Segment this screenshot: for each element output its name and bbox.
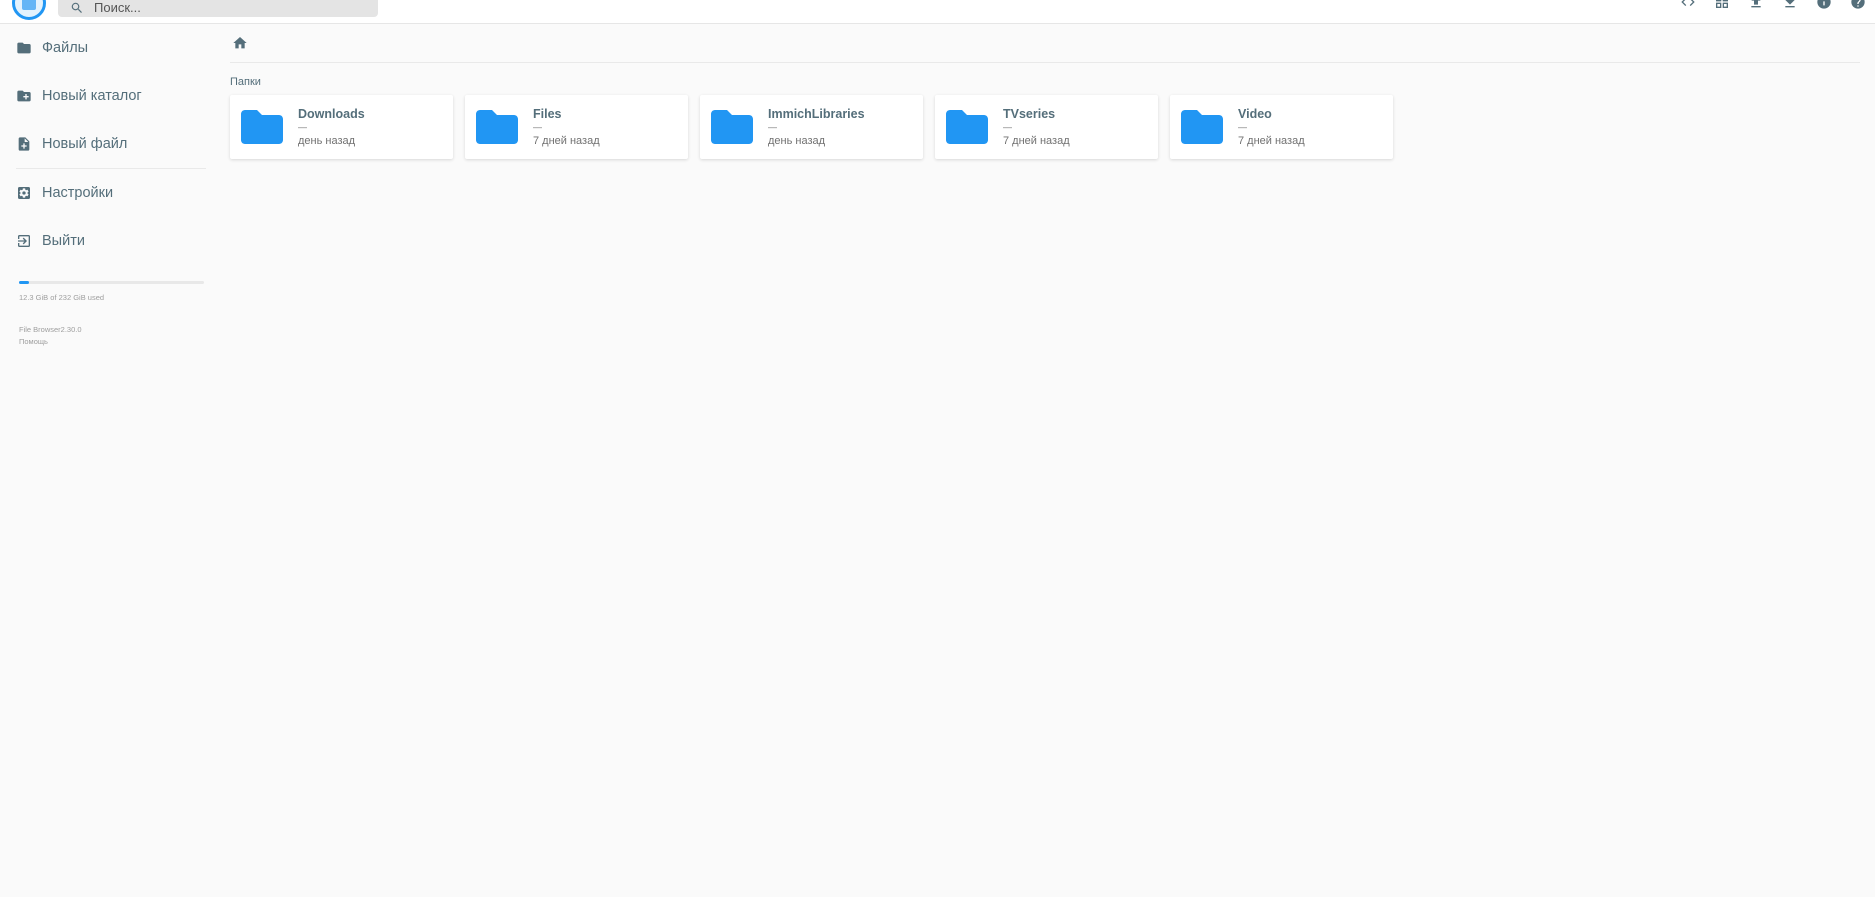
search-icon — [71, 2, 82, 13]
folder-modified: день назад — [298, 134, 356, 147]
folder-icon — [711, 110, 753, 144]
help-link[interactable]: Помощь — [19, 336, 206, 348]
code-view-button[interactable] — [1671, 0, 1705, 13]
folder-modified: 7 дней назад — [533, 134, 600, 147]
folder-icon — [476, 110, 518, 144]
help-button[interactable] — [1841, 0, 1875, 13]
sidebar-item-label: Настройки — [42, 185, 114, 201]
home-icon[interactable] — [232, 35, 248, 51]
folder-icon — [241, 110, 283, 144]
upload-icon — [1751, 0, 1761, 8]
folders-section-title: Папки — [230, 76, 261, 88]
app-logo[interactable] — [12, 0, 46, 20]
usage-progress-bar — [19, 281, 204, 284]
info-button[interactable] — [1807, 0, 1841, 13]
disk-usage: 12.3 GiB of 232 GiB used — [19, 281, 204, 302]
folder-name: Downloads — [298, 106, 365, 121]
sidebar-item-label: Новый каталог — [42, 88, 142, 104]
grid-view-icon — [1716, 0, 1728, 8]
usage-text: 12.3 GiB of 232 GiB used — [19, 293, 105, 302]
sidebar-item-logout[interactable]: Выйти — [0, 217, 206, 265]
folder-info: ImmichLibraries — день назад — [768, 107, 865, 148]
folder-size: — — [1238, 121, 1247, 132]
app-header — [0, 0, 1875, 24]
search-input[interactable] — [92, 0, 352, 16]
folder-name: Files — [533, 106, 562, 121]
folder-item-downloads[interactable]: Downloads — день назад — [230, 95, 453, 159]
folder-modified: день назад — [768, 134, 826, 147]
folder-name: Video — [1238, 106, 1272, 121]
folder-modified: 7 дней назад — [1238, 134, 1305, 147]
folder-size: — — [533, 121, 542, 132]
version-link[interactable]: File Browser2.30.0 — [19, 324, 206, 336]
folder-list: Downloads — день назад Files — 7 дней на… — [230, 95, 1860, 159]
folder-info: Files — 7 дней назад — [533, 107, 600, 148]
sidebar-item-label: Новый файл — [42, 136, 128, 152]
credits: File Browser2.30.0 Помощь — [19, 324, 206, 348]
sidebar-item-settings[interactable]: Настройки — [0, 169, 206, 217]
sidebar-item-label: Выйти — [42, 233, 85, 249]
folder-info: Downloads — день назад — [298, 107, 365, 148]
header-actions — [1671, 0, 1875, 13]
sidebar-item-new-file[interactable]: Новый файл — [0, 120, 206, 168]
folder-item-tvseries[interactable]: TVseries — 7 дней назад — [935, 95, 1158, 159]
sidebar-item-files[interactable]: Файлы — [0, 24, 206, 72]
folder-item-immichlibraries[interactable]: ImmichLibraries — день назад — [700, 95, 923, 159]
logo-mark — [22, 0, 36, 10]
info-icon — [1817, 0, 1831, 9]
folder-icon — [946, 110, 988, 144]
folder-item-files[interactable]: Files — 7 дней назад — [465, 95, 688, 159]
new-file-icon — [18, 137, 30, 151]
upload-button[interactable] — [1739, 0, 1773, 13]
folder-info: Video — 7 дней назад — [1238, 107, 1305, 148]
folder-item-video[interactable]: Video — 7 дней назад — [1170, 95, 1393, 159]
sidebar-item-label: Файлы — [42, 40, 89, 56]
download-button[interactable] — [1773, 0, 1807, 13]
folder-size: — — [298, 121, 307, 132]
download-icon — [1785, 0, 1795, 8]
settings-icon — [18, 187, 30, 199]
switch-view-button[interactable] — [1705, 0, 1739, 13]
new-folder-icon — [17, 90, 31, 102]
usage-progress-fill — [19, 281, 29, 284]
folder-size: — — [1003, 121, 1012, 132]
folder-name: ImmichLibraries — [768, 106, 865, 121]
code-icon — [1681, 0, 1695, 6]
logout-icon — [18, 235, 30, 247]
main-content: Папки Downloads — день назад Files — 7 д… — [230, 24, 1860, 159]
search-bar[interactable] — [58, 0, 378, 17]
folder-icon — [1181, 110, 1223, 144]
help-icon — [1851, 0, 1865, 9]
breadcrumb — [230, 24, 1860, 63]
sidebar: Файлы Новый каталог Новый файл Настройки… — [0, 24, 206, 348]
folder-modified: 7 дней назад — [1003, 134, 1070, 147]
folder-size: — — [768, 121, 777, 132]
folder-name: TVseries — [1003, 106, 1056, 121]
sidebar-item-new-folder[interactable]: Новый каталог — [0, 72, 206, 120]
folder-info: TVseries — 7 дней назад — [1003, 107, 1070, 148]
folder-icon — [17, 42, 31, 54]
